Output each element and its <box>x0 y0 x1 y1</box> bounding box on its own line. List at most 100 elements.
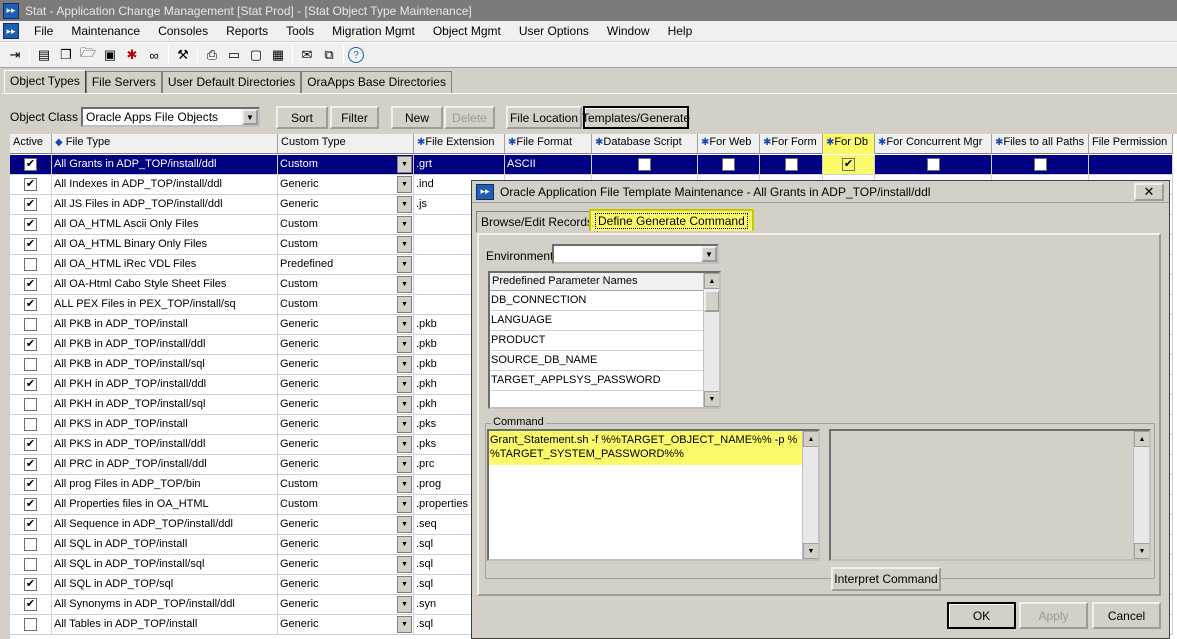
active-cell[interactable]: ✔ <box>10 455 52 475</box>
new-button[interactable]: New <box>391 106 443 129</box>
active-checkbox[interactable]: ✔ <box>24 338 37 351</box>
custom-type-cell[interactable]: Custom ▼ <box>278 275 414 295</box>
wrench-icon[interactable]: ⚒ <box>173 45 193 65</box>
chevron-down-icon[interactable]: ▼ <box>397 256 412 273</box>
menu-reports[interactable]: Reports <box>217 24 277 38</box>
custom-type-cell[interactable]: Generic ▼ <box>278 535 414 555</box>
close-icon[interactable]: ✕ <box>1134 183 1164 201</box>
document-icon[interactable]: ▭ <box>224 45 244 65</box>
ok-button[interactable]: OK <box>947 602 1016 629</box>
chevron-down-icon[interactable]: ▼ <box>397 356 412 373</box>
file-type-cell[interactable]: All SQL in ADP_TOP/install <box>52 535 278 555</box>
active-checkbox[interactable]: ✔ <box>24 178 37 191</box>
file-type-cell[interactable]: All Sequence in ADP_TOP/install/ddl <box>52 515 278 535</box>
environment-select[interactable]: ▼ <box>552 244 719 264</box>
col-file-permission[interactable]: File Permission <box>1089 134 1173 154</box>
custom-type-cell[interactable]: Generic ▼ <box>278 615 414 635</box>
active-cell[interactable] <box>10 615 52 635</box>
cancel-button[interactable]: Cancel <box>1092 602 1161 629</box>
file-type-cell[interactable]: All OA_HTML iRec VDL Files <box>52 255 278 275</box>
active-checkbox[interactable]: ✔ <box>24 518 37 531</box>
active-cell[interactable]: ✔ <box>10 435 52 455</box>
chevron-down-icon[interactable]: ▼ <box>397 536 412 553</box>
scroll-up-icon[interactable]: ▲ <box>1134 431 1149 447</box>
active-checkbox[interactable]: ✔ <box>24 218 37 231</box>
file-type-cell[interactable]: All PKB in ADP_TOP/install/ddl <box>52 335 278 355</box>
chevron-down-icon[interactable]: ▼ <box>397 616 412 633</box>
active-checkbox[interactable]: ✔ <box>24 298 37 311</box>
tab-file-servers[interactable]: File Servers <box>85 71 162 93</box>
scroll-down-icon[interactable]: ▼ <box>1134 543 1149 559</box>
chat-icon[interactable]: ✉ <box>297 45 317 65</box>
apply-button[interactable]: Apply <box>1019 602 1088 629</box>
printer-icon[interactable]: ⎙ <box>202 45 222 65</box>
database-script-checkbox[interactable] <box>638 158 651 171</box>
file-type-cell[interactable]: All Grants in ADP_TOP/install/ddl <box>52 155 278 175</box>
custom-type-cell[interactable]: Generic ▼ <box>278 335 414 355</box>
col-files-to-all-paths[interactable]: ✱Files to all Paths <box>992 134 1089 154</box>
active-checkbox[interactable] <box>24 538 37 551</box>
custom-type-cell[interactable]: Custom ▼ <box>278 215 414 235</box>
for-db-cell[interactable]: ✔ <box>823 155 875 175</box>
custom-type-cell[interactable]: Custom ▼ <box>278 475 414 495</box>
chevron-down-icon[interactable]: ▼ <box>397 396 412 413</box>
active-checkbox[interactable] <box>24 618 37 631</box>
custom-type-cell[interactable]: Generic ▼ <box>278 575 414 595</box>
scroll-up-icon[interactable]: ▲ <box>704 273 719 289</box>
for-form-checkbox[interactable] <box>784 158 798 171</box>
active-checkbox[interactable]: ✔ <box>24 438 37 451</box>
scroll-thumb[interactable] <box>704 290 719 312</box>
chevron-down-icon[interactable]: ▼ <box>397 496 412 513</box>
active-cell[interactable]: ✔ <box>10 575 52 595</box>
tab-browse-edit-records[interactable]: Browse/Edit Records <box>476 211 599 232</box>
col-for-form[interactable]: ✱For Form <box>760 134 823 154</box>
active-cell[interactable] <box>10 395 52 415</box>
list-item[interactable]: LANGUAGE <box>490 311 719 331</box>
menu-window[interactable]: Window <box>598 24 659 38</box>
active-checkbox[interactable]: ✔ <box>24 578 37 591</box>
active-checkbox[interactable]: ✔ <box>24 278 37 291</box>
active-checkbox[interactable] <box>24 398 37 411</box>
active-checkbox[interactable] <box>24 258 37 271</box>
active-cell[interactable]: ✔ <box>10 335 52 355</box>
active-cell[interactable] <box>10 355 52 375</box>
menu-tools[interactable]: Tools <box>277 24 323 38</box>
active-checkbox[interactable] <box>24 358 37 371</box>
col-file-format[interactable]: ✱File Format <box>505 134 592 154</box>
active-cell[interactable] <box>10 555 52 575</box>
active-cell[interactable]: ✔ <box>10 495 52 515</box>
active-checkbox[interactable]: ✔ <box>24 498 37 511</box>
active-cell[interactable]: ✔ <box>10 175 52 195</box>
active-cell[interactable]: ✔ <box>10 595 52 615</box>
tab-oraapps-base-directories[interactable]: OraApps Base Directories <box>301 71 452 93</box>
active-cell[interactable]: ✔ <box>10 235 52 255</box>
active-cell[interactable]: ✔ <box>10 515 52 535</box>
custom-type-cell[interactable]: Custom ▼ <box>278 155 414 175</box>
active-checkbox[interactable]: ✔ <box>24 478 37 491</box>
param-list-scrollbar[interactable]: ▲ ▼ <box>703 273 719 407</box>
custom-type-cell[interactable]: Generic ▼ <box>278 315 414 335</box>
file-type-cell[interactable]: All prog Files in ADP_TOP/bin <box>52 475 278 495</box>
predefined-parameter-list[interactable]: Predefined Parameter Names DB_CONNECTION… <box>488 271 721 409</box>
file-permission-cell[interactable] <box>1089 155 1173 175</box>
menu-file[interactable]: File <box>25 24 62 38</box>
col-file-type[interactable]: ◆ File Type <box>52 134 278 154</box>
menu-help[interactable]: Help <box>659 24 702 38</box>
for-db-checkbox[interactable]: ✔ <box>842 158 855 171</box>
chevron-down-icon[interactable]: ▼ <box>701 246 717 262</box>
file-type-cell[interactable]: ALL PEX Files in PEX_TOP/install/sq <box>52 295 278 315</box>
filter-button[interactable]: Filter <box>330 106 379 129</box>
file-type-cell[interactable]: All PKB in ADP_TOP/install/sql <box>52 355 278 375</box>
file-format-cell[interactable]: ASCII <box>505 155 592 175</box>
custom-type-cell[interactable]: Generic ▼ <box>278 195 414 215</box>
active-cell[interactable]: ✔ <box>10 475 52 495</box>
interpret-command-button[interactable]: Interpret Command <box>831 567 941 591</box>
chevron-down-icon[interactable]: ▼ <box>397 436 412 453</box>
file-type-cell[interactable]: All PKB in ADP_TOP/install <box>52 315 278 335</box>
active-checkbox[interactable] <box>24 318 37 331</box>
chevron-down-icon[interactable]: ▼ <box>397 176 412 193</box>
for-form-cell[interactable] <box>760 155 823 175</box>
active-checkbox[interactable]: ✔ <box>24 378 37 391</box>
list-item[interactable]: PRODUCT <box>490 331 719 351</box>
app-menu-icon[interactable]: ▸▸ <box>3 23 19 39</box>
